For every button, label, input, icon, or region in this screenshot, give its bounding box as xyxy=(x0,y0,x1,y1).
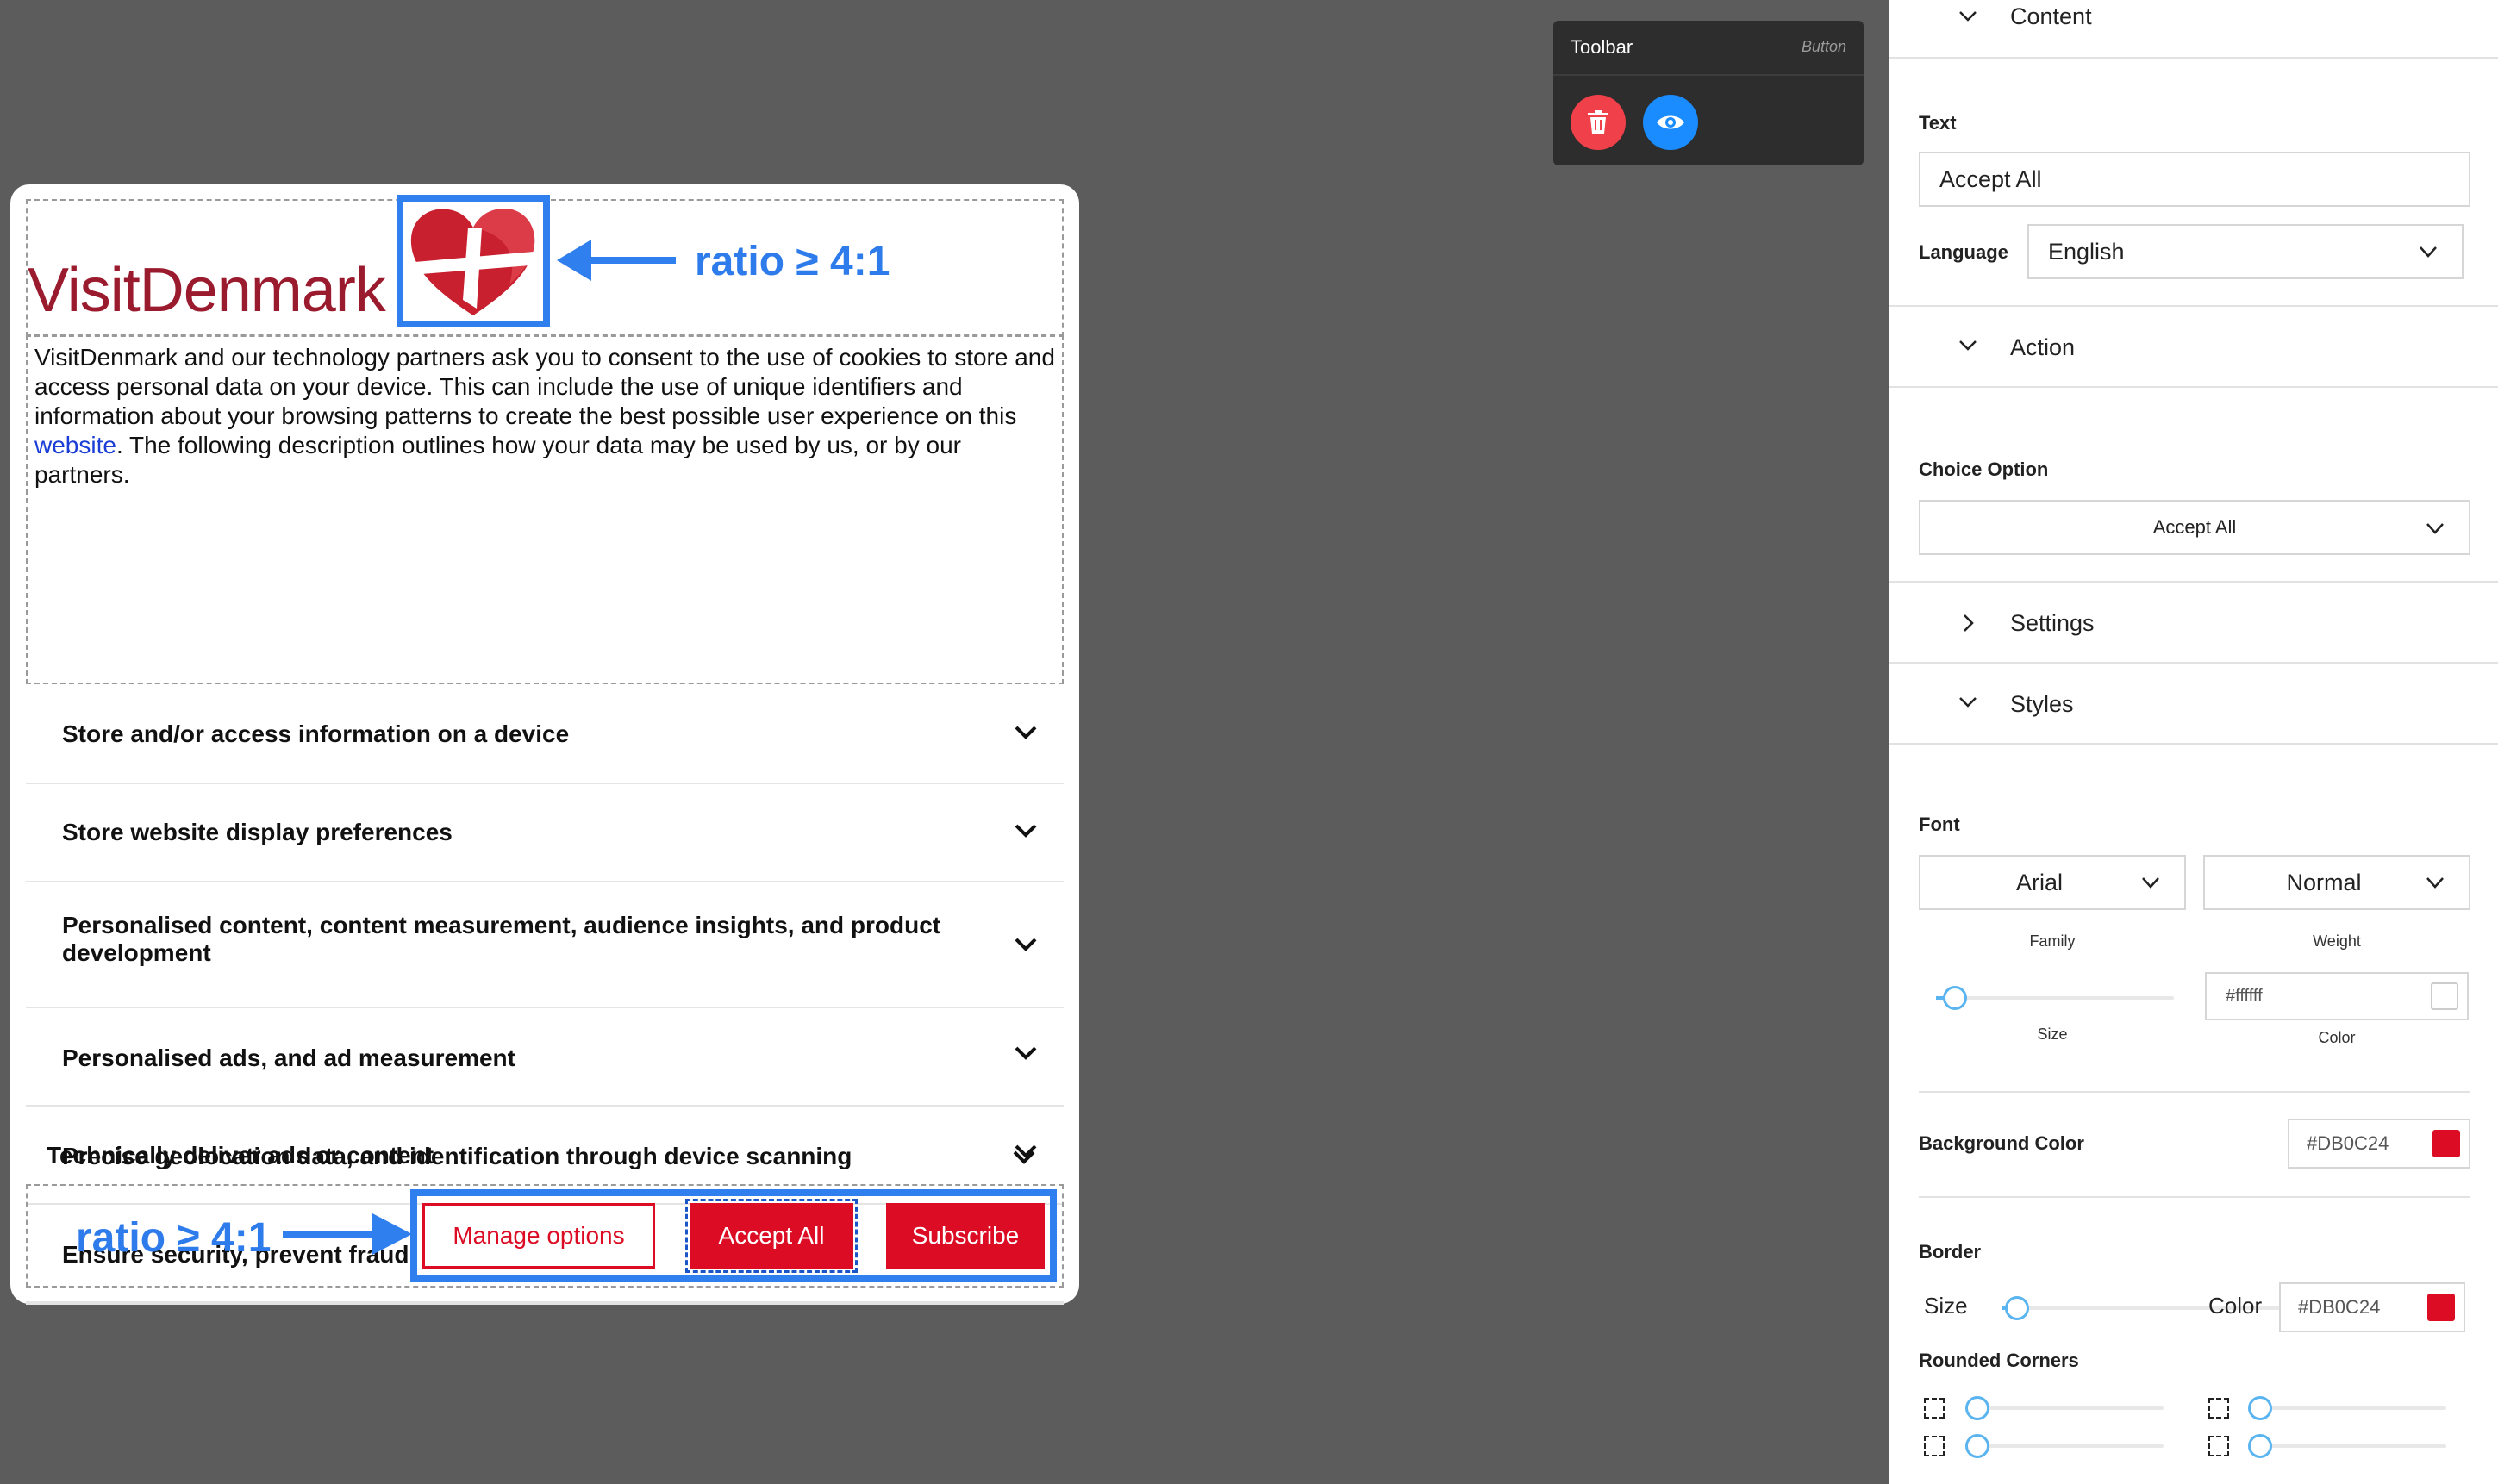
section-title: Action xyxy=(2010,334,2076,360)
language-value: English xyxy=(2048,238,2125,265)
text-input-value: Accept All xyxy=(1939,165,2042,192)
dialog-footer: ratio ≥ 4:1 Manage options Accept All Su… xyxy=(10,184,1079,1304)
chevron-down-icon xyxy=(2426,877,2444,889)
manage-options-button[interactable]: Manage options xyxy=(422,1203,655,1269)
chevron-down-icon xyxy=(1959,697,1977,708)
element-toolbar: Toolbar Button xyxy=(1553,21,1864,165)
text-input[interactable]: Accept All xyxy=(1919,152,2470,207)
choice-option-label: Choice Option xyxy=(1919,458,2049,480)
section-settings-header[interactable]: Settings xyxy=(1889,581,2498,664)
toolbar-title: Toolbar xyxy=(1571,36,1633,58)
border-label: Border xyxy=(1919,1241,1982,1263)
corner-bottom-left-slider-thumb[interactable] xyxy=(1965,1434,1989,1458)
border-color-value: #DB0C24 xyxy=(2298,1296,2381,1318)
corner-bottom-right-slider-thumb[interactable] xyxy=(2248,1434,2272,1458)
corner-bottom-left-slider[interactable] xyxy=(1969,1444,2164,1448)
annotation-arrow-right xyxy=(283,1213,412,1255)
font-color-input[interactable]: #ffffff xyxy=(2205,972,2469,1020)
font-family-value: Arial xyxy=(2015,869,2063,895)
corner-top-left-slider-thumb[interactable] xyxy=(1965,1396,1989,1420)
properties-panel: Content Text Accept All Language English… xyxy=(1889,0,2498,1484)
chevron-down-icon xyxy=(2420,246,2437,258)
border-size-slider-thumb[interactable] xyxy=(2005,1296,2029,1320)
delete-button[interactable] xyxy=(1571,95,1626,150)
corner-top-right-slider[interactable] xyxy=(2251,1406,2446,1410)
family-caption: Family xyxy=(2029,932,2076,950)
preview-button[interactable] xyxy=(1643,95,1698,150)
language-label: Language xyxy=(1919,241,2008,263)
background-color-swatch[interactable] xyxy=(2432,1130,2460,1157)
subscribe-button[interactable]: Subscribe xyxy=(886,1203,1045,1269)
color-caption: Color xyxy=(2318,1029,2356,1046)
chevron-right-icon xyxy=(1964,614,1974,632)
background-color-input[interactable]: #DB0C24 xyxy=(2288,1119,2470,1169)
trash-icon xyxy=(1588,110,1608,134)
section-content-header[interactable]: Content xyxy=(1889,0,2498,59)
weight-caption: Weight xyxy=(2313,932,2361,950)
font-family-select[interactable]: Arial xyxy=(1919,855,2186,910)
border-color-input[interactable]: #DB0C24 xyxy=(2279,1282,2465,1332)
font-label: Font xyxy=(1919,814,1960,835)
text-label: Text xyxy=(1919,112,1957,134)
accept-all-button[interactable]: Accept All xyxy=(685,1199,858,1273)
border-size-label: Size xyxy=(1924,1293,1968,1319)
corner-bottom-right-icon xyxy=(2208,1436,2229,1456)
corner-bottom-left-icon xyxy=(1924,1436,1945,1456)
chevron-down-icon xyxy=(2426,523,2444,534)
corner-top-right-icon xyxy=(2208,1398,2229,1419)
font-size-slider[interactable] xyxy=(1936,996,2174,1000)
background-color-label: Background Color xyxy=(1919,1132,2084,1154)
background-color-value: #DB0C24 xyxy=(2307,1132,2389,1154)
chevron-down-icon xyxy=(1959,11,1977,22)
eye-icon xyxy=(1657,115,1684,129)
choice-option-value: Accept All xyxy=(2152,516,2237,538)
section-styles-header[interactable]: Styles xyxy=(1889,664,2498,745)
section-action-header[interactable]: Action xyxy=(1889,305,2498,388)
font-weight-select[interactable]: Normal xyxy=(2203,855,2470,910)
divider xyxy=(1919,1196,2470,1198)
font-color-swatch[interactable] xyxy=(2431,982,2458,1010)
toolbar-divider xyxy=(1553,74,1864,76)
corner-top-left-slider[interactable] xyxy=(1969,1406,2164,1410)
font-color-value: #ffffff xyxy=(2226,986,2263,1006)
toolbar-element-type: Button xyxy=(1801,38,1846,55)
section-title: Content xyxy=(2010,3,2092,29)
corner-bottom-right-slider[interactable] xyxy=(2251,1444,2446,1448)
font-weight-value: Normal xyxy=(2286,869,2362,895)
rounded-corners-label: Rounded Corners xyxy=(1919,1350,2079,1371)
corner-top-left-icon xyxy=(1924,1398,1945,1419)
size-caption: Size xyxy=(2037,1026,2068,1043)
corner-top-right-slider-thumb[interactable] xyxy=(2248,1396,2272,1420)
font-size-slider-thumb[interactable] xyxy=(1943,986,1967,1010)
section-title: Styles xyxy=(2010,691,2074,717)
choice-option-select[interactable]: Accept All xyxy=(1919,500,2470,555)
border-color-swatch[interactable] xyxy=(2427,1294,2455,1321)
chevron-down-icon xyxy=(2142,877,2159,889)
border-color-label: Color xyxy=(2208,1293,2263,1319)
section-title: Settings xyxy=(2010,610,2095,636)
divider xyxy=(1919,1091,2470,1093)
chevron-down-icon xyxy=(1959,340,1977,351)
annotation-ratio-bottom: ratio ≥ 4:1 xyxy=(76,1215,272,1261)
language-select[interactable]: English xyxy=(2027,224,2464,279)
